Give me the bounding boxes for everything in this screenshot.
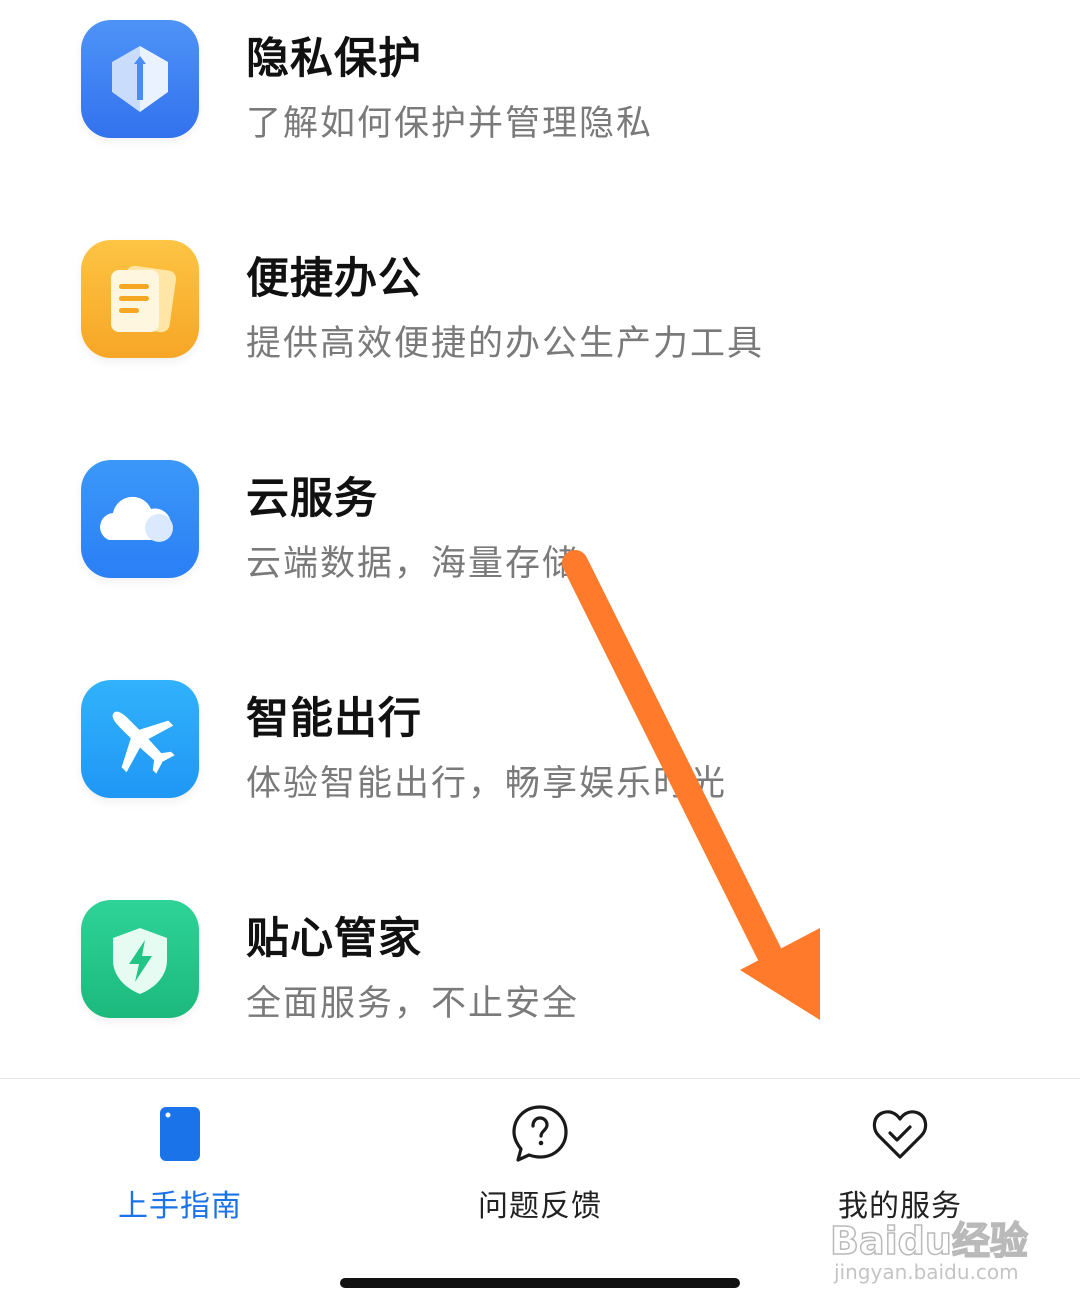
list-item-privacy[interactable]: 隐私保护 了解如何保护并管理隐私 xyxy=(0,0,1080,190)
watermark-url: jingyan.baidu.com xyxy=(834,1260,1019,1284)
home-indicator[interactable] xyxy=(340,1278,740,1288)
item-subtitle: 了解如何保护并管理隐私 xyxy=(246,104,654,144)
item-title: 云服务 xyxy=(246,474,378,524)
item-title: 智能出行 xyxy=(246,694,422,744)
item-title: 便捷办公 xyxy=(246,254,422,304)
list-item-travel[interactable]: 智能出行 体验智能出行，畅享娱乐时光 xyxy=(0,660,1080,850)
privacy-shield-icon xyxy=(81,20,199,138)
tab-my-services[interactable]: 我的服务 xyxy=(780,1079,1020,1229)
list-item-office[interactable]: 便捷办公 提供高效便捷的办公生产力工具 xyxy=(0,220,1080,410)
baidu-watermark-logo: Baidu经验 jingyan.baidu.com xyxy=(829,1210,1070,1290)
watermark-brand: Baidu经验 xyxy=(829,1218,1028,1264)
tab-feedback[interactable]: 问题反馈 xyxy=(420,1079,660,1229)
heart-check-icon xyxy=(870,1103,930,1163)
item-subtitle: 提供高效便捷的办公生产力工具 xyxy=(246,324,765,364)
list-item-cloud[interactable]: 云服务 云端数据，海量存储 xyxy=(0,440,1080,630)
tab-label: 上手指南 xyxy=(118,1189,242,1224)
item-title: 贴心管家 xyxy=(246,914,422,964)
phone-icon xyxy=(150,1103,210,1163)
item-subtitle: 体验智能出行，畅享娱乐时光 xyxy=(246,764,728,804)
item-subtitle: 云端数据，海量存储 xyxy=(246,544,580,584)
shield-bolt-icon xyxy=(81,900,199,1018)
airplane-icon xyxy=(81,680,199,798)
question-bubble-icon xyxy=(510,1103,570,1163)
tab-getting-started[interactable]: 上手指南 xyxy=(60,1079,300,1229)
item-subtitle: 全面服务，不止安全 xyxy=(246,984,580,1024)
document-icon xyxy=(81,240,199,358)
item-title: 隐私保护 xyxy=(246,34,422,84)
tab-label: 问题反馈 xyxy=(478,1189,602,1224)
list-item-butler[interactable]: 贴心管家 全面服务，不止安全 xyxy=(0,880,1080,1070)
cloud-icon xyxy=(81,460,199,578)
